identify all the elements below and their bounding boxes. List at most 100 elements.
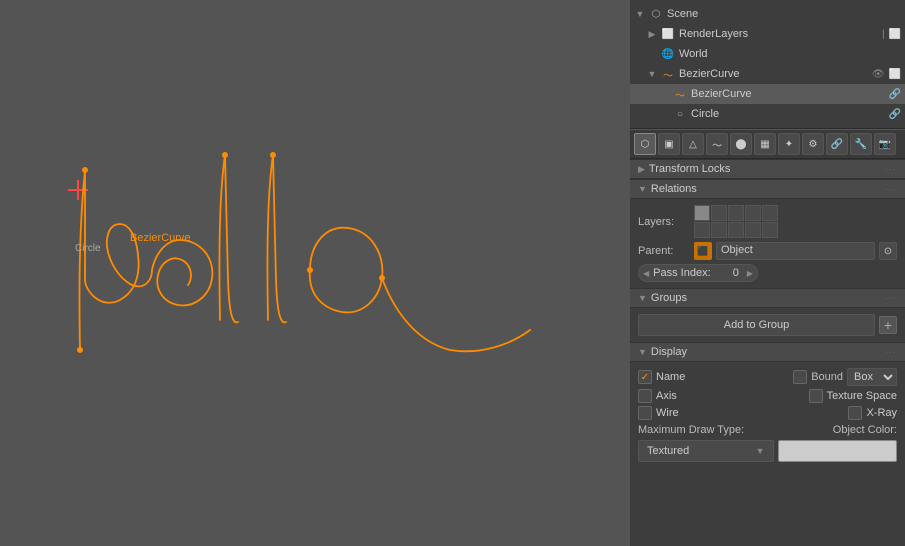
grp-dots: ··· — [885, 293, 897, 303]
layer-cell-7[interactable] — [711, 222, 727, 238]
circle-toggle[interactable] — [658, 108, 670, 120]
parent-select[interactable]: Object — [716, 242, 875, 260]
plus-icon: + — [884, 317, 892, 333]
parent-field: ⬛ Object ⊙ — [694, 242, 897, 260]
tree-row-bezier-parent[interactable]: ▼ 〜 BezierCurve 👁 ⬜ — [630, 64, 905, 84]
name-group: Name — [638, 370, 765, 384]
world-toggle[interactable] — [646, 48, 658, 60]
tool-mat-btn[interactable]: ⬤ — [730, 133, 752, 155]
parent-arrow-btn[interactable]: ⊙ — [879, 242, 897, 260]
add-group-plus-btn[interactable]: + — [879, 316, 897, 334]
bound-select[interactable]: Box — [847, 368, 897, 386]
tool-phy-btn[interactable]: ⚙ — [802, 133, 824, 155]
tool-part-btn[interactable]: ✦ — [778, 133, 800, 155]
parent-row: Parent: ⬛ Object ⊙ — [638, 242, 897, 260]
disp-arrow: ▼ — [638, 347, 647, 357]
render-restrict[interactable]: ⬜ — [889, 29, 901, 40]
tl-dots: ··· — [885, 164, 897, 174]
render-eye[interactable]: | — [882, 29, 885, 40]
max-draw-obj-color-labels: Maximum Draw Type: Object Color: — [638, 424, 897, 436]
tool-mesh-btn[interactable]: △ — [682, 133, 704, 155]
scene-toggle[interactable]: ▼ — [634, 8, 646, 20]
tool-mod-btn[interactable]: 🔧 — [850, 133, 872, 155]
tree-row-scene[interactable]: ▼ ⬡ Scene — [630, 4, 905, 24]
add-to-group-btn[interactable]: Add to Group — [638, 314, 875, 336]
texture-space-label: Texture Space — [827, 390, 897, 402]
renderlayers-label: RenderLayers — [679, 28, 748, 40]
right-panel: ▼ ⬡ Scene ▶ ⬜ RenderLayers | ⬜ 🌐 World ▼… — [630, 0, 905, 546]
layer-cell-10[interactable] — [762, 222, 778, 238]
layers-grid[interactable] — [694, 205, 778, 238]
groups-label: Groups — [651, 292, 687, 304]
wire-xray-row: Wire X-Ray — [638, 406, 897, 420]
pass-right-arrow[interactable]: ▶ — [747, 269, 753, 278]
wire-checkbox[interactable] — [638, 406, 652, 420]
tool-cns-btn[interactable]: 🔗 — [826, 133, 848, 155]
relations-content: Layers: Parent: ⬛ — [630, 199, 905, 288]
layer-cell-4[interactable] — [745, 205, 761, 221]
properties-panel: ▶ Transform Locks ··· ▼ Relations ··· La… — [630, 159, 905, 546]
tool-tex-btn[interactable]: ▦ — [754, 133, 776, 155]
transform-locks-label: Transform Locks — [649, 163, 731, 175]
bezier-restrict[interactable]: ⬜ — [889, 69, 901, 80]
max-draw-chevron: ▼ — [756, 446, 765, 456]
parent-cube-icon: ⬛ — [694, 242, 712, 260]
bound-checkbox[interactable] — [793, 370, 807, 384]
rel-arrow: ▼ — [638, 184, 647, 194]
layer-cell-8[interactable] — [728, 222, 744, 238]
object-color-swatch[interactable] — [778, 440, 898, 462]
add-to-group-label: Add to Group — [724, 319, 789, 331]
xray-group: X-Ray — [771, 406, 898, 420]
layer-cell-9[interactable] — [745, 222, 761, 238]
name-checkbox[interactable] — [638, 370, 652, 384]
wire-label: Wire — [656, 407, 679, 419]
viewport[interactable]: BezierCurve Circle — [0, 0, 630, 546]
transform-locks-header[interactable]: ▶ Transform Locks ··· — [630, 159, 905, 179]
tool-curve-btn[interactable]: 〜 — [706, 133, 728, 155]
max-draw-type-label: Maximum Draw Type: — [638, 424, 744, 436]
tree-row-world[interactable]: 🌐 World — [630, 44, 905, 64]
bezier-parent-label: BezierCurve — [679, 68, 740, 80]
layer-cell-3[interactable] — [728, 205, 744, 221]
groups-btn-row: Add to Group + — [638, 314, 897, 336]
tree-row-circle[interactable]: ○ Circle 🔗 — [630, 104, 905, 124]
bezier-child-toggle[interactable] — [658, 88, 670, 100]
circle-icon: ○ — [672, 106, 688, 122]
circle-link[interactable]: 🔗 — [889, 109, 901, 120]
scene-label: Scene — [667, 8, 698, 20]
bezier-child-link[interactable]: 🔗 — [889, 89, 901, 100]
max-draw-value: Textured — [647, 445, 689, 457]
wire-group: Wire — [638, 406, 765, 420]
tree-row-renderlayers[interactable]: ▶ ⬜ RenderLayers | ⬜ — [630, 24, 905, 44]
tl-arrow: ▶ — [638, 164, 645, 175]
tree-row-bezier-child[interactable]: 〜 BezierCurve 🔗 — [630, 84, 905, 104]
texture-space-checkbox[interactable] — [809, 389, 823, 403]
circle-label: Circle — [691, 108, 719, 120]
display-content: Name Bound Box Axis Texture — [630, 362, 905, 468]
tool-obj-btn[interactable]: ▣ — [658, 133, 680, 155]
relations-header[interactable]: ▼ Relations ··· — [630, 179, 905, 199]
axis-checkbox[interactable] — [638, 389, 652, 403]
bezier-child-label: BezierCurve — [691, 88, 752, 100]
axis-tex-row: Axis Texture Space — [638, 389, 897, 403]
groups-header[interactable]: ▼ Groups ··· — [630, 288, 905, 308]
scene-tree: ▼ ⬡ Scene ▶ ⬜ RenderLayers | ⬜ 🌐 World ▼… — [630, 0, 905, 129]
tool-render-btn[interactable]: ⬡ — [634, 133, 656, 155]
pass-left-arrow[interactable]: ◀ — [643, 269, 649, 278]
pass-index-field[interactable]: ◀ Pass Index: 0 ▶ — [638, 264, 758, 282]
layer-cell-5[interactable] — [762, 205, 778, 221]
bezier-parent-toggle[interactable]: ▼ — [646, 68, 658, 80]
layer-cell-6[interactable] — [694, 222, 710, 238]
name-bound-row: Name Bound Box — [638, 368, 897, 386]
bezier-eye[interactable]: 👁 — [872, 69, 885, 80]
name-label: Name — [656, 371, 685, 383]
max-draw-select[interactable]: Textured ▼ — [638, 440, 774, 462]
display-label: Display — [651, 346, 687, 358]
disp-dots: ··· — [885, 347, 897, 357]
render-toggle[interactable]: ▶ — [646, 28, 658, 40]
layer-cell-2[interactable] — [711, 205, 727, 221]
layer-cell-1[interactable] — [694, 205, 710, 221]
tool-cam-btn[interactable]: 📷 — [874, 133, 896, 155]
display-header[interactable]: ▼ Display ··· — [630, 342, 905, 362]
x-ray-checkbox[interactable] — [848, 406, 862, 420]
